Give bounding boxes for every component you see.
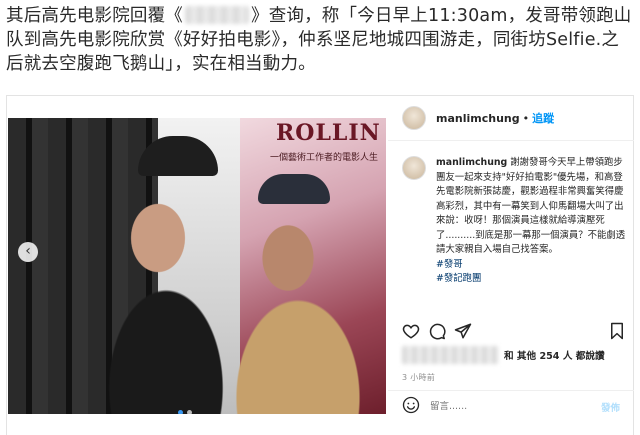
redacted-liker-names (402, 346, 498, 364)
person-left (96, 158, 236, 414)
caption: manlimchung 謝謝發哥今天早上帶領跑步團友一起來支持"好好拍電影"優先… (402, 156, 628, 316)
poster-subtitle: 一個藝術工作者的電影人生 (270, 153, 379, 163)
post-photo[interactable]: ROLLIN 一個藝術工作者的電影人生 ‹ (8, 118, 386, 414)
post-header: manlimchung • 追蹤 (388, 96, 634, 141)
comment-input[interactable] (430, 401, 601, 412)
instagram-embed: ROLLIN 一個藝術工作者的電影人生 ‹ manlimchung • 追蹤 m… (6, 95, 634, 435)
comment-icon[interactable] (428, 322, 446, 344)
comment-bar: 發佈 (388, 390, 634, 422)
likes-text: 和 其他 254 人 都說讚 (504, 351, 605, 362)
person-right (226, 188, 376, 414)
poster-title: ROLLIN (276, 120, 381, 146)
username-link[interactable]: manlimchung (436, 112, 520, 125)
person-right-beanie (258, 174, 330, 204)
post-timestamp[interactable]: 3 小時前 (402, 372, 435, 383)
hashtag-link[interactable]: #發哥 (436, 258, 626, 273)
likes-summary[interactable]: 和 其他 254 人 都說讚 (402, 346, 628, 364)
hashtag-link[interactable]: #發記跑團 (436, 272, 626, 287)
chevron-left-icon[interactable]: ‹ (18, 242, 38, 262)
action-bar (402, 322, 628, 342)
caption-username[interactable]: manlimchung (436, 157, 507, 168)
carousel-dot-active (178, 410, 183, 414)
share-icon[interactable] (454, 322, 472, 344)
avatar[interactable] (402, 106, 426, 130)
carousel-dots (178, 410, 192, 414)
separator-dot: • (522, 111, 530, 125)
post-sidebar: manlimchung • 追蹤 manlimchung 謝謝發哥今天早上帶領跑… (388, 96, 634, 435)
post-comment-button[interactable]: 發佈 (601, 400, 620, 414)
heart-icon[interactable] (402, 322, 420, 344)
caption-avatar[interactable] (402, 156, 426, 180)
caption-body: manlimchung 謝謝發哥今天早上帶領跑步團友一起來支持"好好拍電影"優先… (436, 156, 626, 316)
bookmark-icon[interactable] (608, 322, 626, 344)
caption-text: 謝謝發哥今天早上帶領跑步團友一起來支持"好好拍電影"優先場，和高登先電影院新張誌… (436, 157, 626, 255)
article-paragraph: 其后高先电影院回覆《 》查询，称「今日早上11:30am，发哥带领跑山队到高先电影… (6, 4, 634, 76)
follow-button[interactable]: 追蹤 (532, 110, 554, 126)
redacted-title (185, 6, 249, 24)
carousel-dot (187, 410, 192, 414)
emoji-icon[interactable] (402, 396, 420, 418)
article-text-part1: 其后高先电影院回覆《 (6, 6, 183, 26)
